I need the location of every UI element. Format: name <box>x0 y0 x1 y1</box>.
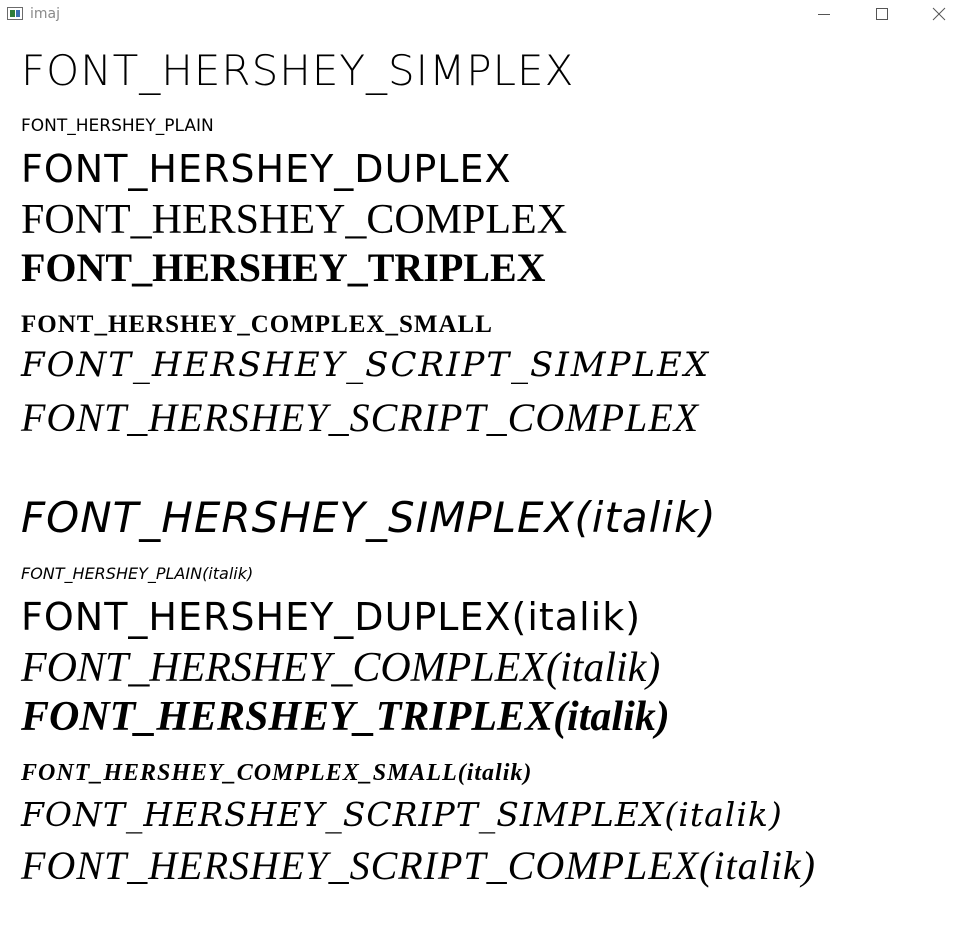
sample-triplex: FONT_HERSHEY_TRIPLEX <box>21 245 546 290</box>
minimize-button[interactable] <box>800 0 846 30</box>
sample-duplex: FONT_HERSHEY_DUPLEX <box>21 147 512 191</box>
sample-plain: FONT_HERSHEY_PLAIN <box>21 116 214 136</box>
close-button[interactable] <box>916 0 962 30</box>
sample-duplex-italic: FONT_HERSHEY_DUPLEX(italik) <box>21 595 642 639</box>
sample-complex-small: FONT_HERSHEY_COMPLEX_SMALL <box>21 311 493 338</box>
sample-simplex-italic: FONT_HERSHEY_SIMPLEX(italik) <box>21 493 717 542</box>
sample-simplex: FONT_HERSHEY_SIMPLEX <box>21 46 575 95</box>
minimize-icon <box>818 14 830 15</box>
sample-script-simplex: FONT_HERSHEY_SCRIPT_SIMPLEX <box>21 345 711 385</box>
sample-complex-small-italic: FONT_HERSHEY_COMPLEX_SMALL(italik) <box>21 760 533 786</box>
sample-script-simplex-italic: FONT_HERSHEY_SCRIPT_SIMPLEX(italik) <box>21 795 783 834</box>
sample-triplex-italic: FONT_HERSHEY_TRIPLEX(italik) <box>21 694 670 740</box>
title-bar[interactable]: imaj <box>0 0 962 30</box>
sample-plain-italic: FONT_HERSHEY_PLAIN(italik) <box>21 564 254 583</box>
maximize-icon <box>876 8 888 20</box>
maximize-button[interactable] <box>858 0 904 30</box>
sample-complex: FONT_HERSHEY_COMPLEX <box>21 197 568 243</box>
close-icon <box>932 7 946 21</box>
sample-script-complex: FONT_HERSHEY_SCRIPT_COMPLEX <box>21 395 700 440</box>
app-icon <box>7 7 23 20</box>
sample-script-complex-italic: FONT_HERSHEY_SCRIPT_COMPLEX(italik) <box>21 843 816 888</box>
image-canvas: FONT_HERSHEY_SIMPLEX FONT_HERSHEY_PLAIN … <box>0 30 962 926</box>
window-title: imaj <box>30 6 60 22</box>
sample-complex-italic: FONT_HERSHEY_COMPLEX(italik) <box>21 645 661 691</box>
image-window: imaj FONT_HERSHEY_SIMPLEX FONT_HERSHEY_P… <box>0 0 962 926</box>
